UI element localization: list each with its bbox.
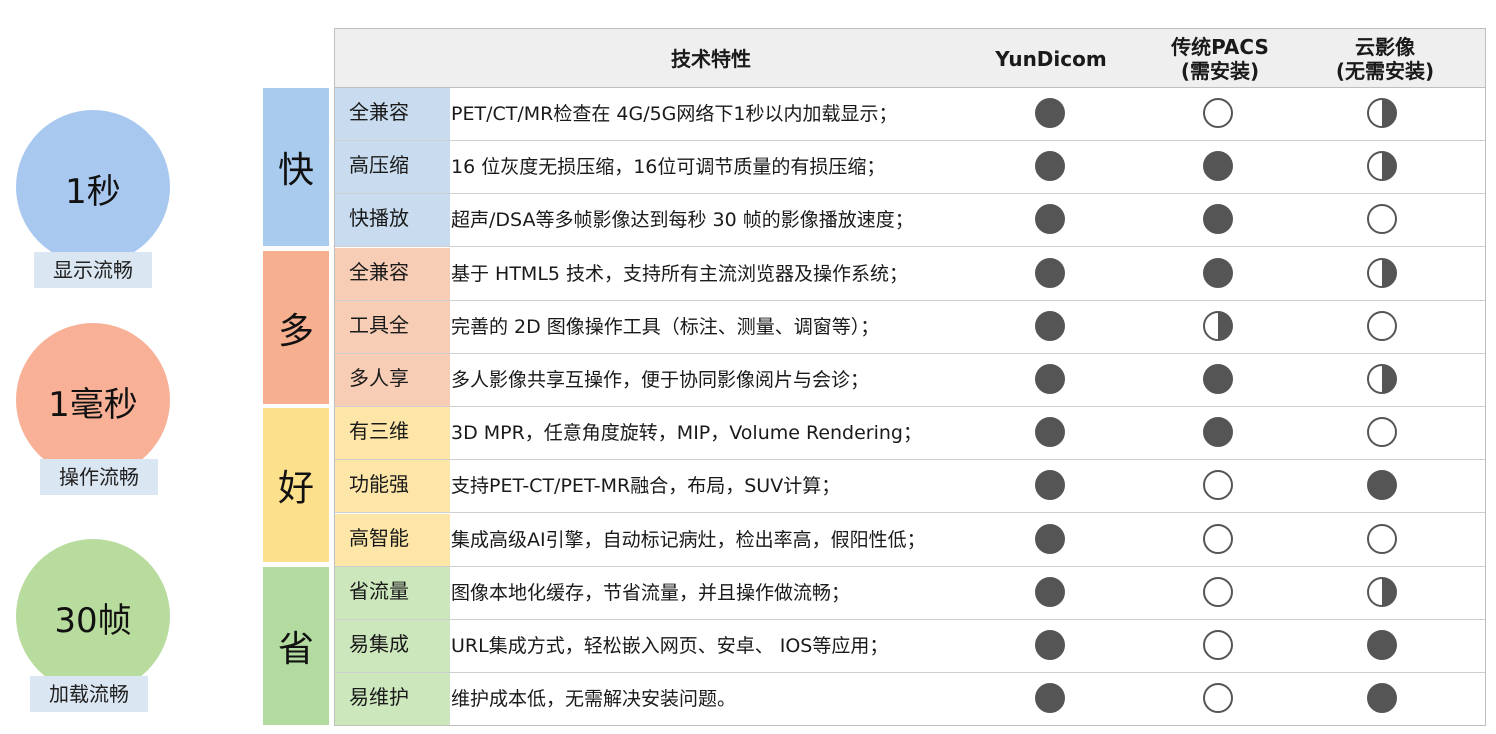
header-yundicom: YunDicom [995, 46, 1107, 71]
half-circle-icon [1367, 98, 1397, 128]
feature-description: 基于 HTML5 技术，支持所有主流浏览器及操作系统； [451, 262, 909, 285]
half-circle-icon [1367, 364, 1397, 394]
full-circle-icon [1203, 204, 1233, 235]
full-circle-icon [1035, 470, 1065, 501]
feature-name: 省流量 [335, 566, 450, 619]
full-circle-icon [1035, 98, 1065, 128]
full-circle-icon [1367, 630, 1397, 660]
feature-name: 有三维 [335, 407, 450, 460]
feature-description: URL集成方式，轻松嵌入网页、安卓、 IOS等应用； [451, 635, 889, 657]
full-circle-icon [1203, 417, 1233, 448]
feature-name: 全兼容 [335, 247, 450, 300]
empty-circle-icon [1203, 576, 1233, 607]
feature-description: 支持PET-CT/PET-MR融合，布局，SUV计算； [451, 475, 841, 498]
metric-label: 加载流畅 [30, 676, 148, 712]
feature-name: 高智能 [335, 513, 450, 566]
feature-description: 3D MPR，任意角度旋转，MIP，Volume Rendering； [451, 422, 922, 445]
full-circle-icon [1035, 630, 1065, 660]
empty-circle-icon [1203, 630, 1233, 660]
full-circle-icon [1035, 257, 1065, 288]
feature-description: 完善的 2D 图像操作工具（标注、测量、调窗等）； [451, 315, 880, 338]
full-circle-icon [1203, 257, 1233, 288]
empty-circle-icon [1203, 98, 1233, 128]
half-circle-icon [1203, 310, 1233, 341]
feature-name: 易维护 [335, 673, 450, 726]
category-block: 多 [263, 251, 329, 404]
metric-badge: 30帧 [16, 539, 170, 693]
category-block: 好 [263, 408, 329, 562]
feature-name: 易集成 [335, 620, 450, 672]
empty-circle-icon [1203, 523, 1233, 554]
full-circle-icon [1367, 470, 1397, 501]
header-traditional-pacs: 传统PACS (需安装) [1171, 34, 1269, 83]
full-circle-icon [1035, 523, 1065, 554]
table-row: 多人享 多人影像共享互操作，便于协同影像阅片与会诊； [335, 354, 1485, 407]
feature-name: 多人享 [335, 354, 450, 406]
feature-description: 集成高级AI引擎，自动标记病灶，检出率高，假阳性低； [451, 528, 926, 551]
empty-circle-icon [1367, 417, 1397, 448]
full-circle-icon [1035, 683, 1065, 714]
table-row: 省流量 图像本地化缓存，节省流量，并且操作做流畅； [335, 566, 1485, 620]
table-row: 全兼容 PET/CT/MR检查在 4G/5G网络下1秒以内加载显示； [335, 88, 1485, 141]
full-circle-icon [1035, 151, 1065, 182]
full-circle-icon [1035, 417, 1065, 448]
empty-circle-icon [1203, 683, 1233, 714]
feature-name: 高压缩 [335, 141, 450, 194]
half-circle-icon [1367, 151, 1397, 182]
feature-description: 维护成本低，无需解决安装问题。 [451, 688, 737, 711]
metric-badge: 1秒 [16, 110, 170, 264]
feature-description: PET/CT/MR检查在 4G/5G网络下1秒以内加载显示； [451, 103, 898, 125]
feature-name: 快播放 [335, 194, 450, 247]
empty-circle-icon [1367, 204, 1397, 235]
table-row: 快播放 超声/DSA等多帧影像达到每秒 30 帧的影像播放速度； [335, 194, 1485, 248]
feature-description: 图像本地化缓存，节省流量，并且操作做流畅； [451, 581, 851, 604]
table-row: 易集成 URL集成方式，轻松嵌入网页、安卓、 IOS等应用； [335, 620, 1485, 673]
full-circle-icon [1035, 364, 1065, 394]
full-circle-icon [1367, 683, 1397, 714]
empty-circle-icon [1203, 470, 1233, 501]
table-row: 高智能 集成高级AI引擎，自动标记病灶，检出率高，假阳性低； [335, 513, 1485, 567]
half-circle-icon [1367, 257, 1397, 288]
metric-label: 操作流畅 [40, 459, 158, 495]
metric-value: 1毫秒 [48, 385, 138, 425]
feature-description: 超声/DSA等多帧影像达到每秒 30 帧的影像播放速度； [451, 209, 914, 232]
table-header: 技术特性 YunDicom 传统PACS (需安装) 云影像 (无需安装) [335, 29, 1485, 88]
empty-circle-icon [1367, 523, 1397, 554]
feature-name: 功能强 [335, 460, 450, 513]
full-circle-icon [1035, 204, 1065, 235]
table-row: 易维护 维护成本低，无需解决安装问题。 [335, 673, 1485, 726]
metric-label: 显示流畅 [34, 252, 152, 288]
table-row: 有三维 3D MPR，任意角度旋转，MIP，Volume Rendering； [335, 407, 1485, 461]
header-cloud-imaging: 云影像 (无需安装) [1335, 34, 1435, 83]
empty-circle-icon [1367, 310, 1397, 341]
comparison-table: 技术特性 YunDicom 传统PACS (需安装) 云影像 (无需安装) 全兼… [334, 28, 1486, 726]
category-block: 省 [263, 567, 329, 725]
metric-badge: 1毫秒 [16, 323, 170, 477]
half-circle-icon [1367, 576, 1397, 607]
table-row: 工具全 完善的 2D 图像操作工具（标注、测量、调窗等）； [335, 300, 1485, 354]
feature-description: 多人影像共享互操作，便于协同影像阅片与会诊； [451, 369, 870, 391]
metric-value: 1秒 [65, 172, 121, 212]
table-row: 全兼容 基于 HTML5 技术，支持所有主流浏览器及操作系统； [335, 247, 1485, 301]
full-circle-icon [1035, 576, 1065, 607]
feature-description: 16 位灰度无损压缩，16位可调节质量的有损压缩； [451, 156, 886, 179]
header-feature: 技术特性 [671, 46, 751, 71]
metric-value: 30帧 [54, 601, 132, 641]
full-circle-icon [1203, 151, 1233, 182]
category-block: 快 [263, 88, 329, 246]
table-row: 功能强 支持PET-CT/PET-MR融合，布局，SUV计算； [335, 460, 1485, 514]
full-circle-icon [1035, 310, 1065, 341]
feature-name: 工具全 [335, 300, 450, 353]
full-circle-icon [1203, 364, 1233, 394]
table-row: 高压缩 16 位灰度无损压缩，16位可调节质量的有损压缩； [335, 141, 1485, 195]
feature-name: 全兼容 [335, 88, 450, 140]
